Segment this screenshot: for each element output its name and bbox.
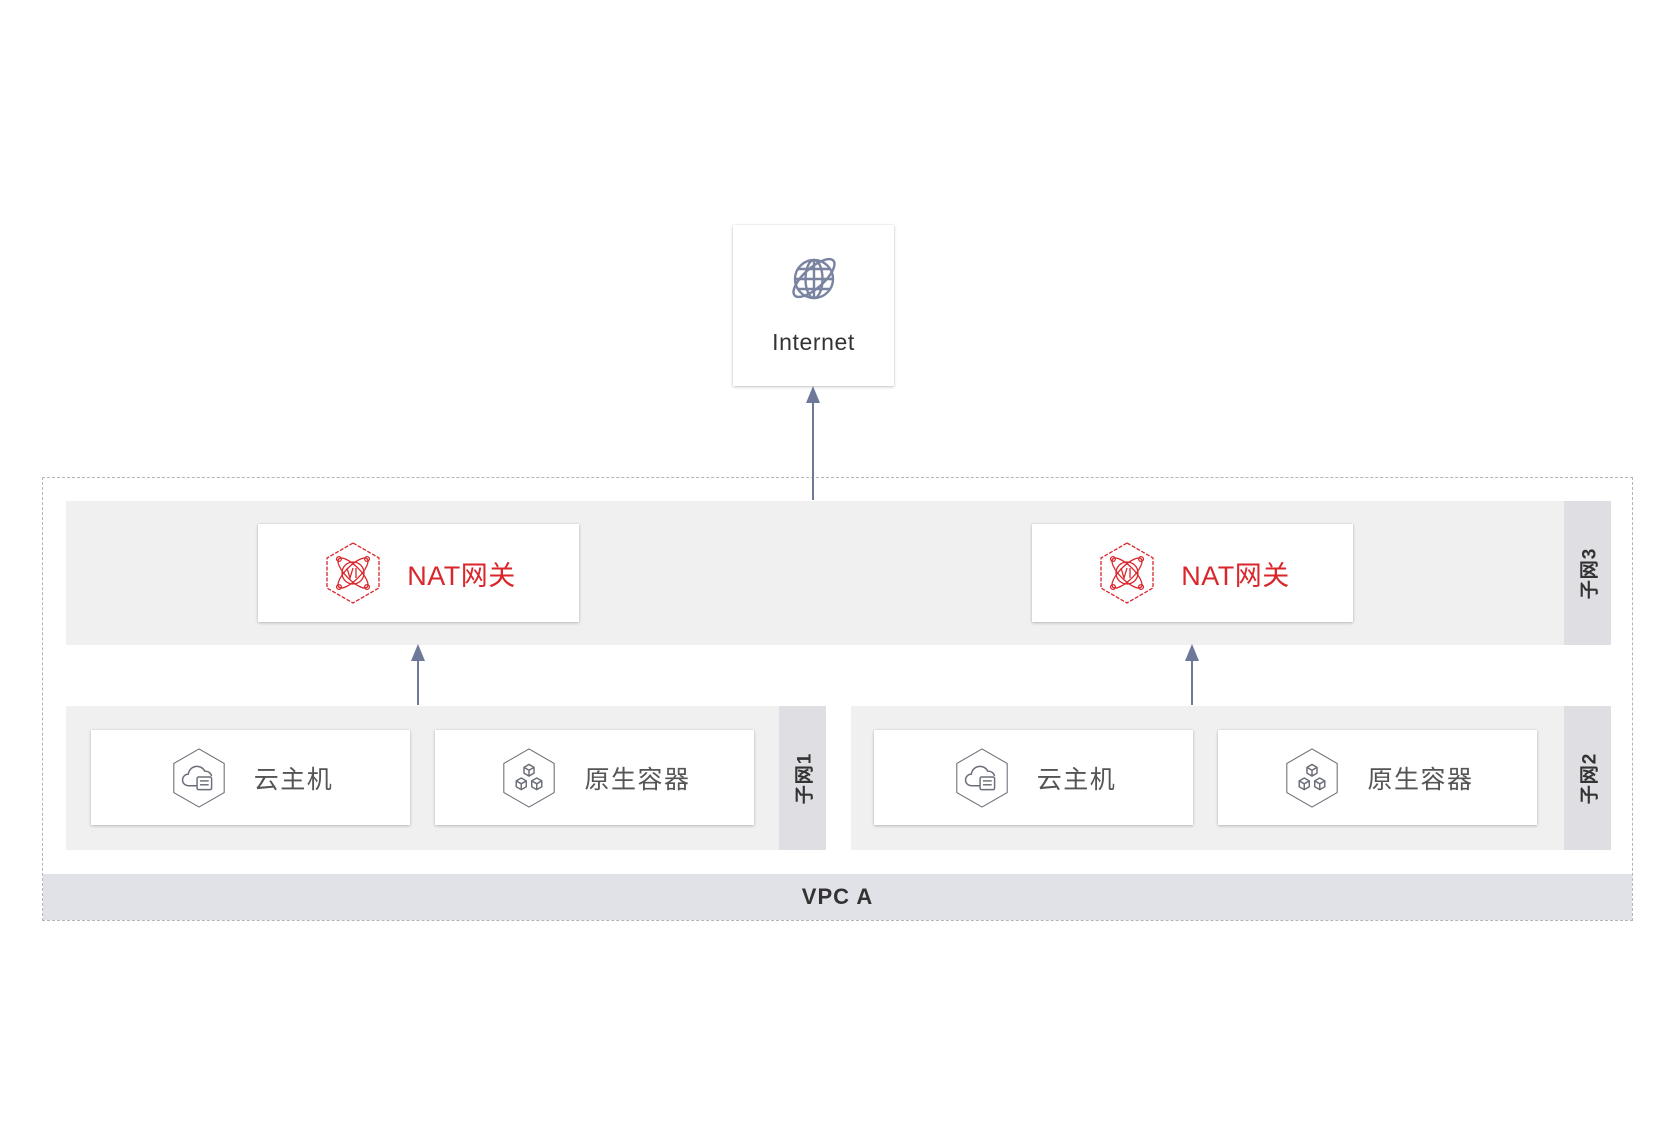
container-node: 原生容器 <box>1218 730 1537 825</box>
cloud-host-icon <box>951 747 1013 809</box>
subnet-2: 云主机 原生容器 子网2 <box>851 706 1611 850</box>
cloud-host-node: 云主机 <box>874 730 1193 825</box>
internet-node: Internet <box>733 225 894 386</box>
vpc-label-bar: VPC A <box>43 874 1632 920</box>
subnet-3-label: 子网3 <box>1579 547 1601 599</box>
globe-icon <box>785 249 843 307</box>
cloud-host-label: 云主机 <box>1036 765 1117 794</box>
subnet-2-label-bar: 子网2 <box>1564 706 1611 850</box>
subnet-3-label-bar: 子网3 <box>1564 501 1611 645</box>
container-label: 原生容器 <box>584 765 691 794</box>
cloud-host-node: 云主机 <box>91 730 410 825</box>
subnet-3: NAT网关 NAT网关 子网3 <box>66 501 1611 645</box>
nat-gateway-icon <box>1095 541 1159 605</box>
nat-gateway-label: NAT网关 <box>1181 560 1290 591</box>
vpc-container: NAT网关 NAT网关 子网3 云主机 原生容器 子网1 云主机 原生容器 子网… <box>42 477 1633 921</box>
container-icon <box>1281 747 1343 809</box>
internet-label: Internet <box>772 329 855 355</box>
nat-gateway-node: NAT网关 <box>1032 524 1353 622</box>
nat-gateway-label: NAT网关 <box>407 560 516 591</box>
subnet-1: 云主机 原生容器 子网1 <box>66 706 826 850</box>
nat-gateway-icon <box>321 541 385 605</box>
cloud-host-icon <box>168 747 230 809</box>
subnet-2-label: 子网2 <box>1579 752 1601 804</box>
subnet-1-label-bar: 子网1 <box>779 706 826 850</box>
container-node: 原生容器 <box>435 730 754 825</box>
subnet-1-label: 子网1 <box>794 752 816 804</box>
container-icon <box>498 747 560 809</box>
vpc-label: VPC A <box>801 884 874 909</box>
cloud-host-label: 云主机 <box>253 765 334 794</box>
container-label: 原生容器 <box>1367 765 1474 794</box>
nat-gateway-node: NAT网关 <box>258 524 579 622</box>
